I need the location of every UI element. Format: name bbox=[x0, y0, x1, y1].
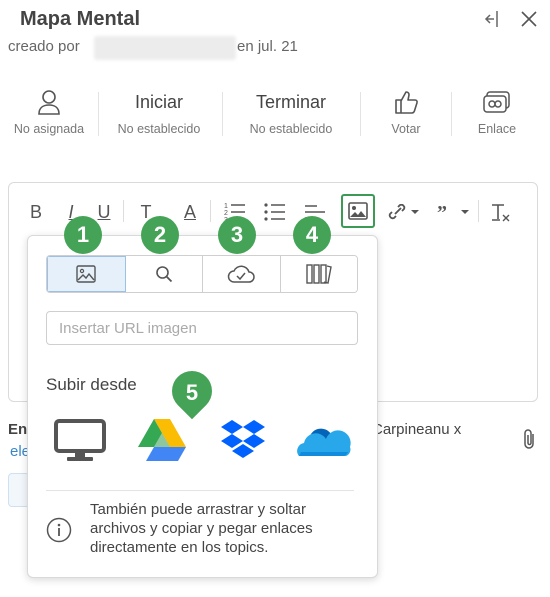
upload-from-label: Subir desde bbox=[46, 375, 137, 394]
link-button[interactable]: Enlace bbox=[464, 88, 530, 140]
image-icon bbox=[76, 265, 96, 283]
text-color-button[interactable]: A bbox=[178, 200, 202, 224]
drag-drop-info-text: También puede arrastrar y soltar archivo… bbox=[90, 501, 313, 556]
info-icon bbox=[46, 517, 72, 543]
end-value: No establecido bbox=[249, 122, 333, 136]
image-url-input[interactable] bbox=[46, 311, 358, 345]
svg-text:2: 2 bbox=[224, 210, 228, 217]
vote-label: Votar bbox=[391, 122, 421, 136]
upload-computer-button[interactable] bbox=[50, 415, 110, 465]
dropbox-icon bbox=[221, 420, 265, 458]
divider bbox=[360, 92, 361, 136]
assignee-value: No asignada bbox=[13, 122, 85, 136]
created-by-label: creado por bbox=[8, 38, 80, 55]
annotation-badge-4: 4 bbox=[293, 216, 331, 254]
underline-button[interactable]: U bbox=[94, 200, 114, 224]
toolbar-divider bbox=[478, 200, 479, 222]
end-label: Terminar bbox=[255, 92, 326, 112]
image-source-tabs bbox=[46, 255, 358, 293]
user-icon bbox=[6, 88, 92, 116]
insert-link-dropdown[interactable] bbox=[386, 200, 422, 224]
image-icon bbox=[348, 202, 368, 220]
chain-link-icon bbox=[388, 204, 419, 220]
computer-monitor-icon bbox=[54, 419, 106, 461]
end-date-field[interactable]: Terminar No establecido bbox=[236, 88, 346, 140]
annotation-badge-2: 2 bbox=[141, 216, 179, 254]
paperclip-icon[interactable] bbox=[522, 428, 536, 455]
toolbar-divider bbox=[123, 200, 124, 222]
quote-dropdown[interactable]: ” bbox=[436, 200, 472, 224]
cloud-check-icon bbox=[228, 265, 255, 283]
svg-text:1: 1 bbox=[224, 203, 228, 210]
thumbs-up-icon bbox=[374, 88, 438, 116]
quote-icon: ” bbox=[437, 204, 469, 220]
background-user-fragment: Carpineanu x bbox=[372, 421, 462, 438]
bullet-list-icon bbox=[264, 203, 285, 221]
tab-upload-image[interactable] bbox=[47, 256, 126, 292]
start-value: No establecido bbox=[117, 122, 201, 136]
clear-format-icon bbox=[492, 204, 510, 222]
link-label: Enlace bbox=[477, 122, 517, 136]
vote-button[interactable]: Votar bbox=[374, 88, 438, 140]
toolbar-divider bbox=[210, 200, 211, 222]
bullet-list-button[interactable] bbox=[262, 200, 288, 224]
tab-cloud-image[interactable] bbox=[203, 256, 281, 292]
google-drive-icon bbox=[138, 419, 186, 461]
upload-google-drive-button[interactable] bbox=[132, 415, 192, 465]
upload-onedrive-button[interactable] bbox=[292, 415, 356, 465]
onedrive-icon bbox=[297, 428, 351, 456]
popup-divider bbox=[46, 490, 354, 491]
link-icon bbox=[464, 88, 530, 116]
divider bbox=[451, 92, 452, 136]
background-heading-fragment: En bbox=[8, 421, 28, 438]
divider bbox=[98, 92, 99, 136]
insert-image-button[interactable] bbox=[341, 194, 375, 228]
tab-search-image[interactable] bbox=[125, 256, 203, 292]
collapse-panel-icon[interactable] bbox=[482, 8, 504, 30]
close-icon[interactable] bbox=[518, 8, 540, 30]
start-label: Iniciar bbox=[134, 92, 183, 112]
tab-library-image[interactable] bbox=[280, 256, 357, 292]
start-date-field[interactable]: Iniciar No establecido bbox=[110, 88, 208, 140]
annotation-pin-5: 5 bbox=[163, 362, 221, 421]
annotation-badge-1: 1 bbox=[64, 216, 102, 254]
annotation-badge-3: 3 bbox=[218, 216, 256, 254]
library-icon bbox=[306, 264, 332, 284]
page-title: Mapa Mental bbox=[20, 8, 141, 30]
upload-dropbox-button[interactable] bbox=[213, 415, 273, 465]
clear-format-button[interactable] bbox=[488, 200, 512, 224]
svg-text:”: ” bbox=[437, 204, 447, 220]
creator-name-redacted bbox=[94, 36, 236, 60]
divider bbox=[222, 92, 223, 136]
bold-button[interactable]: B bbox=[26, 200, 46, 224]
assignee-field[interactable]: No asignada bbox=[6, 88, 92, 140]
created-date: en jul. 21 bbox=[237, 38, 298, 55]
search-icon bbox=[155, 266, 172, 283]
annotation-pin-5-label: 5 bbox=[185, 380, 199, 405]
